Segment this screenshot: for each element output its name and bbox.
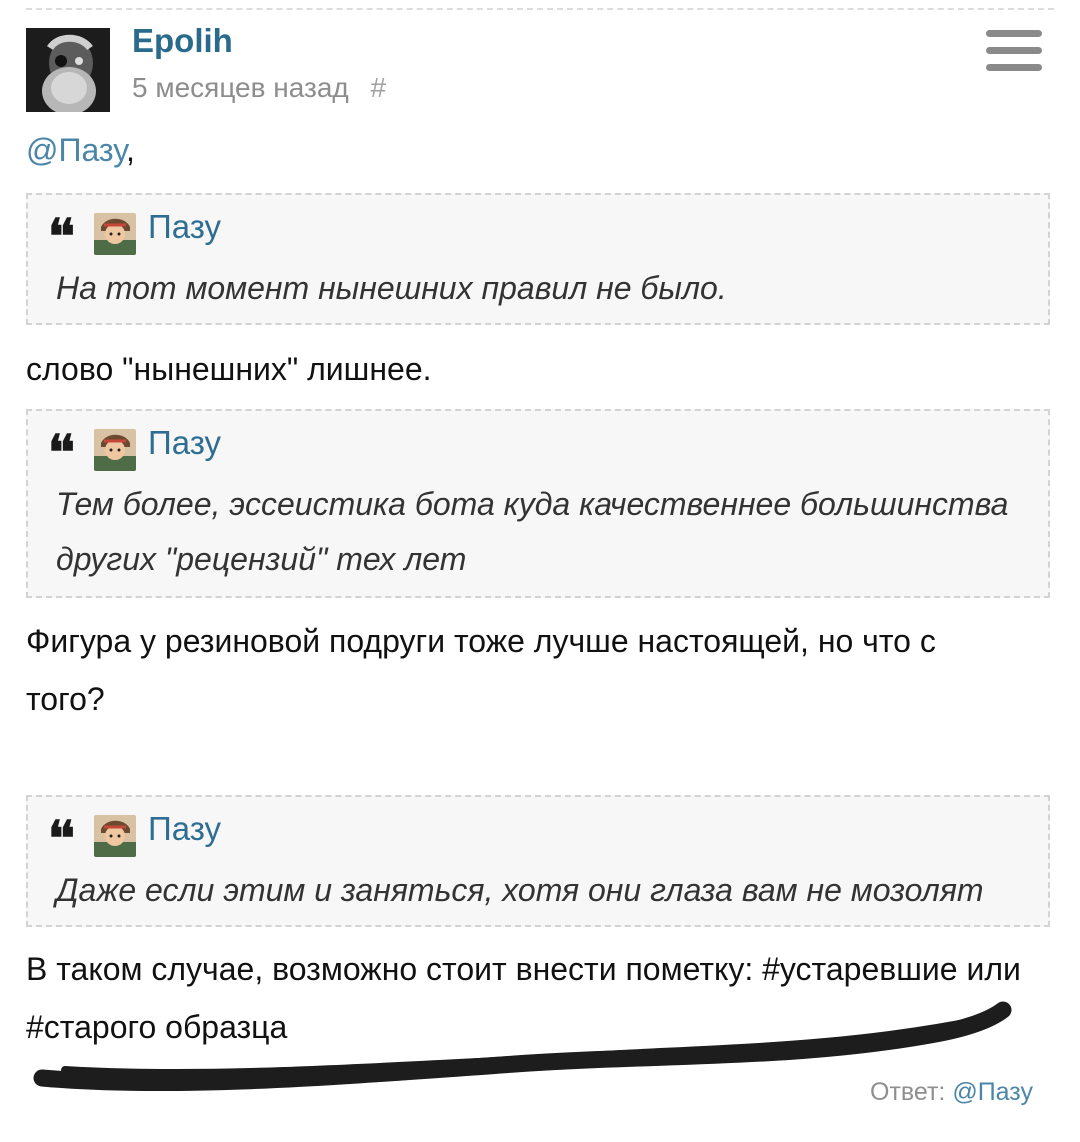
- mention-suffix: ,: [126, 132, 135, 168]
- quote-block: ❛❛ Пазу На тот момент нынешних правил не…: [26, 193, 1050, 325]
- quote-author[interactable]: Пазу: [148, 208, 221, 246]
- mention-link[interactable]: @Пазу: [26, 132, 126, 168]
- quote-author[interactable]: Пазу: [148, 810, 221, 848]
- quote-author-avatar[interactable]: [94, 815, 136, 857]
- quote-block: ❛❛ Пазу Даже если этим и заняться, хотя …: [26, 795, 1050, 927]
- quote-text: На тот момент нынешних правил не было.: [56, 270, 727, 306]
- quote-icon: ❛❛: [48, 811, 75, 867]
- comment-time: 5 месяцев назад: [132, 72, 349, 103]
- comment-divider: [26, 8, 1054, 10]
- quote-text: Тем более, эссеистика бота куда качестве…: [56, 486, 1009, 577]
- quote-author[interactable]: Пазу: [148, 424, 221, 462]
- comment-paragraph: В таком случае, возможно стоит внести по…: [26, 951, 1021, 1045]
- reply-info: Ответ: @Пазу: [870, 1078, 1033, 1107]
- hamburger-menu-icon[interactable]: [986, 30, 1042, 72]
- comment-author[interactable]: Epolih: [132, 22, 233, 60]
- quote-author-avatar[interactable]: [94, 429, 136, 471]
- comment-permalink[interactable]: #: [371, 72, 387, 103]
- quote-icon: ❛❛: [48, 425, 75, 481]
- reply-label: Ответ:: [870, 1078, 946, 1106]
- comment-paragraph: Фигура у резиновой подруги тоже лучше на…: [26, 623, 936, 717]
- quote-author-avatar-image: [94, 429, 136, 471]
- mention-line: @Пазу,: [26, 132, 135, 169]
- quote-text: Даже если этим и заняться, хотя они глаз…: [56, 872, 984, 908]
- quote-author-avatar[interactable]: [94, 213, 136, 255]
- quote-author-avatar-image: [94, 815, 136, 857]
- user-avatar[interactable]: [26, 28, 110, 112]
- quote-author-avatar-image: [94, 213, 136, 255]
- quote-icon: ❛❛: [48, 209, 75, 265]
- user-avatar-image: [26, 28, 110, 112]
- quote-block: ❛❛ Пазу Тем более, эссеистика бота куда …: [26, 409, 1050, 598]
- comment-paragraph: слово "нынешних" лишнее.: [26, 351, 432, 387]
- reply-to-link[interactable]: @Пазу: [952, 1078, 1033, 1106]
- comment-meta: 5 месяцев назад #: [132, 72, 386, 104]
